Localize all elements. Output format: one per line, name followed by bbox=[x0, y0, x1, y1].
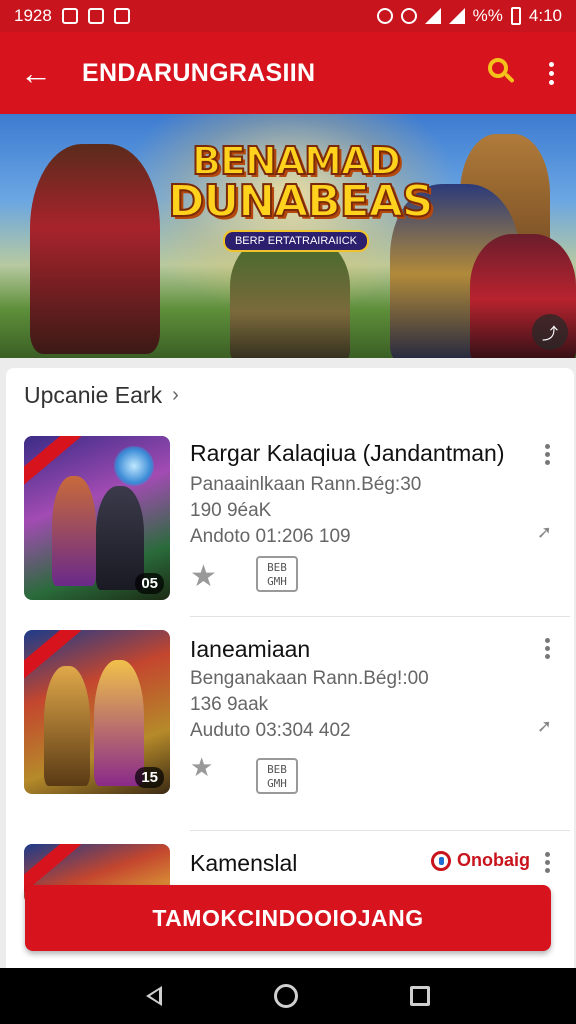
game-title: Kamenslal bbox=[190, 850, 298, 876]
thumb-glow bbox=[114, 446, 154, 486]
notification-icon-3 bbox=[113, 8, 130, 24]
nav-recents-icon[interactable] bbox=[410, 986, 430, 1006]
rating-badge: BEB GMH bbox=[256, 758, 298, 794]
thumb-badge: 15 bbox=[135, 767, 164, 788]
list-item[interactable]: 05 Rargar Kalaqiua (Jandantman) Panaainl… bbox=[24, 436, 556, 606]
star-icon[interactable]: ★ bbox=[190, 562, 217, 592]
logo-line-2: DUNABEAS bbox=[167, 176, 434, 227]
alarm-icon bbox=[376, 8, 393, 24]
back-arrow-icon[interactable]: ← bbox=[20, 57, 60, 89]
game-detail: Andoto 01:206 109 bbox=[190, 526, 351, 547]
bookmark-star-icon[interactable]: ★ bbox=[190, 754, 213, 780]
game-logo: BENAMAD DUNABEAS BERP ERTATRAIRAIICK bbox=[167, 139, 434, 252]
location-icon bbox=[400, 8, 417, 24]
hero-banner[interactable]: BENAMAD DUNABEAS BERP ERTATRAIRAIICK ⤴ bbox=[0, 114, 576, 358]
logo-subtitle: BERP ERTATRAIRAIICK bbox=[222, 230, 370, 252]
open-arrow-icon[interactable]: ➚ bbox=[537, 716, 552, 737]
publisher-logo-icon bbox=[431, 850, 451, 871]
item-overflow-icon[interactable] bbox=[545, 638, 550, 659]
divider bbox=[190, 616, 570, 617]
logo-line-1: BENAMAD bbox=[191, 139, 402, 183]
thumb-figure bbox=[94, 660, 144, 786]
cell-signal-icon bbox=[448, 8, 465, 24]
item-overflow-icon[interactable] bbox=[545, 444, 550, 465]
overflow-menu-icon[interactable] bbox=[546, 61, 556, 85]
thumb-figure bbox=[96, 486, 144, 590]
banner-hero-figure bbox=[30, 144, 160, 354]
rating-badge: BEB GMH bbox=[256, 556, 298, 592]
system-nav-bar bbox=[0, 968, 576, 1024]
wifi-icon bbox=[424, 8, 441, 24]
chevron-right-icon: › bbox=[172, 384, 179, 406]
game-thumbnail[interactable]: 05 bbox=[24, 436, 170, 600]
notification-icon-2 bbox=[87, 8, 104, 24]
nav-back-icon[interactable] bbox=[146, 986, 162, 1006]
open-arrow-icon[interactable]: ➚ bbox=[537, 522, 552, 543]
status-bar: 1928 %% 4:10 bbox=[0, 0, 576, 32]
share-icon[interactable]: ⤴ bbox=[532, 314, 568, 350]
game-list-card: Upcanie Eark › 05 Rargar Kalaqiua (Janda… bbox=[6, 368, 574, 968]
notification-icon bbox=[61, 8, 78, 24]
page-title: ENDARUNGRASIIN bbox=[82, 58, 316, 87]
game-detail: 136 9aak bbox=[190, 694, 269, 715]
publisher-name: Onobaig bbox=[457, 850, 530, 870]
item-overflow-icon[interactable] bbox=[545, 852, 550, 873]
game-detail: 190 9éaK bbox=[190, 500, 272, 521]
game-detail: Panaainlkaan Rann.Bég:30 bbox=[190, 474, 422, 495]
battery-percent: %% bbox=[472, 6, 503, 25]
primary-action-button[interactable]: TAMOKCINDOOIOJANG bbox=[25, 885, 551, 951]
game-detail: Auduto 03:304 402 bbox=[190, 720, 351, 741]
game-thumbnail[interactable]: 15 bbox=[24, 630, 170, 794]
thumb-figure bbox=[44, 666, 90, 786]
nav-home-icon[interactable] bbox=[274, 984, 298, 1008]
section-title: Upcanie Eark bbox=[24, 382, 163, 408]
thumb-figure bbox=[52, 476, 96, 586]
publisher-badge: Onobaig bbox=[431, 850, 530, 871]
game-title: Rargar Kalaqiua (Jandantman) bbox=[190, 440, 505, 466]
app-bar: ← ENDARUNGRASIIN bbox=[0, 32, 576, 114]
section-header[interactable]: Upcanie Eark › bbox=[24, 382, 179, 409]
list-item[interactable]: 15 Ianeamiaan Benganakaan Rann.Bég!:00 1… bbox=[24, 630, 556, 810]
battery-icon bbox=[510, 7, 521, 25]
status-time-left: 1928 bbox=[14, 6, 52, 25]
status-time-right: 4:10 bbox=[528, 6, 562, 25]
banner-hero-figure bbox=[230, 234, 350, 358]
game-detail: Benganakaan Rann.Bég!:00 bbox=[190, 668, 429, 689]
search-icon[interactable] bbox=[484, 56, 518, 90]
divider bbox=[190, 830, 570, 831]
thumb-badge: 05 bbox=[135, 573, 164, 594]
game-title: Ianeamiaan bbox=[190, 636, 311, 662]
